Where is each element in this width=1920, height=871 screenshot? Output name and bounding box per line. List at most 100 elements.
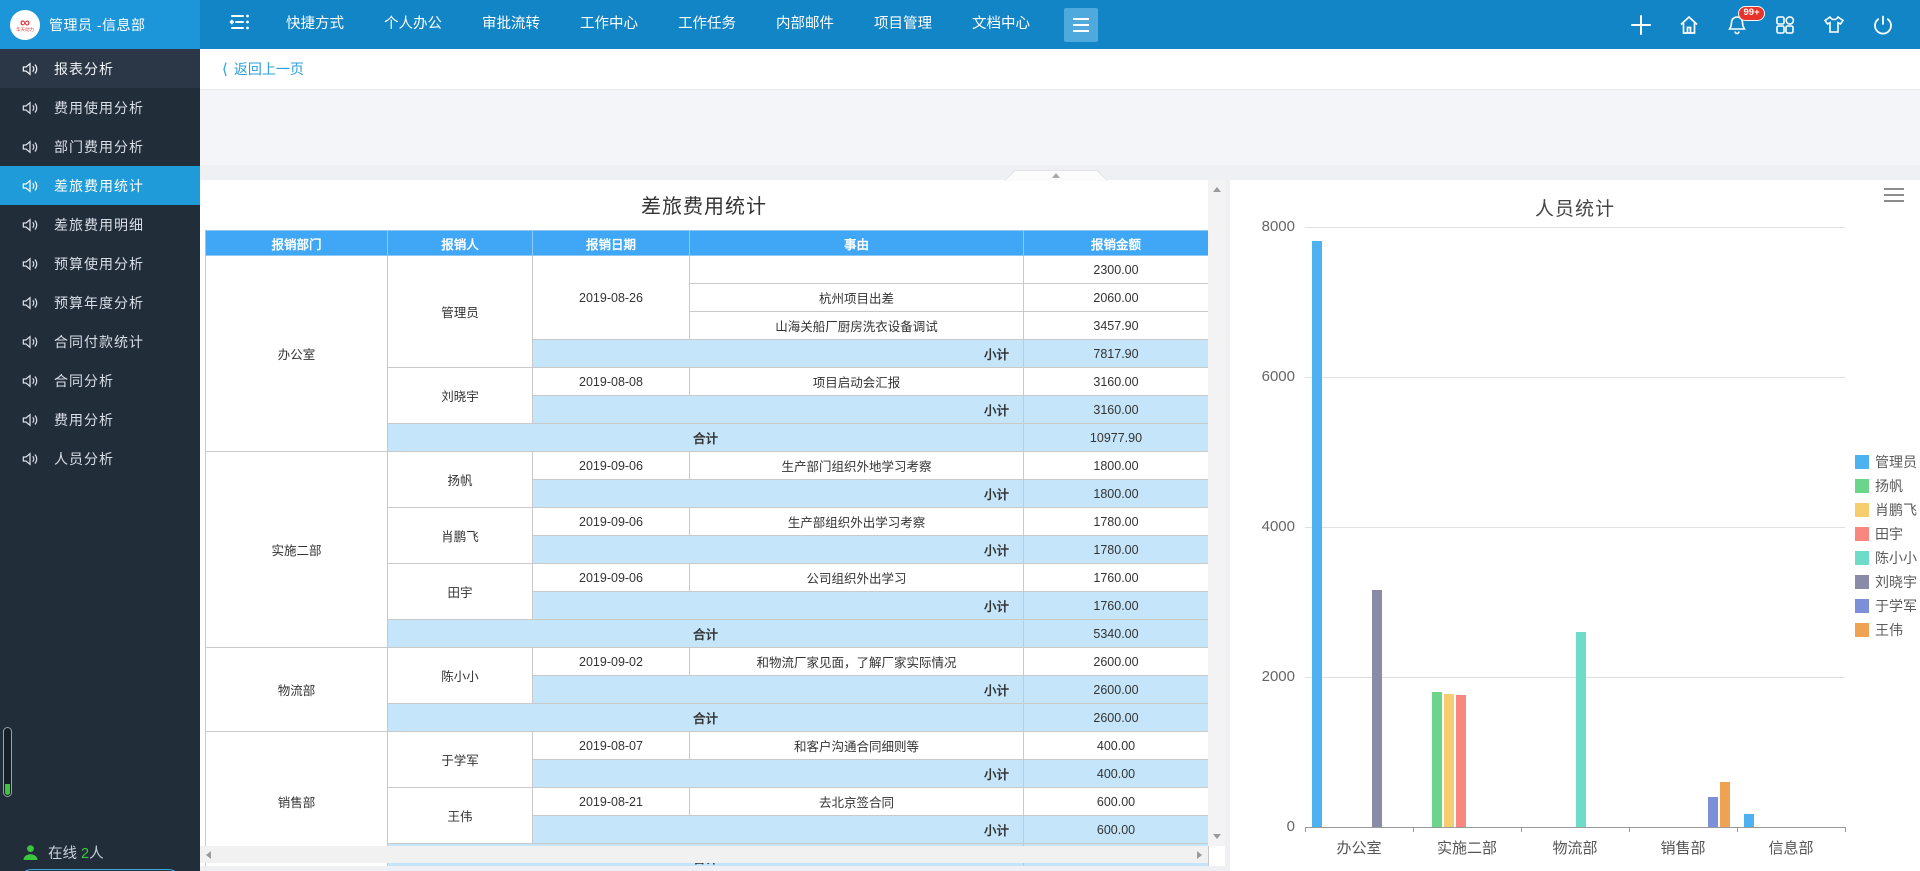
- department-cell: 物流部: [206, 648, 388, 732]
- sidebar-item-label: 差旅费用明细: [54, 215, 144, 235]
- person-icon: [22, 844, 39, 861]
- subtotal-label-cell: 小计: [533, 536, 1024, 564]
- total-amount-cell: 5340.00: [1024, 620, 1209, 648]
- y-axis-tick-label: 0: [1240, 818, 1295, 835]
- amount-cell: 2600.00: [1024, 648, 1209, 676]
- chart-menu-icon[interactable]: [1884, 188, 1904, 202]
- sidebar-item-7[interactable]: 合同付款统计: [0, 322, 200, 361]
- nav-item-5[interactable]: 内部邮件: [756, 0, 854, 49]
- nav-item-2[interactable]: 审批流转: [462, 0, 560, 49]
- legend-item-王伟[interactable]: 王伟: [1855, 618, 1917, 642]
- sidebar-item-3[interactable]: 差旅费用统计: [0, 166, 200, 205]
- x-axis-tick: [1629, 827, 1630, 832]
- theme-shirt-icon[interactable]: [1822, 14, 1846, 36]
- date-cell: 2019-09-02: [533, 648, 690, 676]
- table-horizontal-scrollbar[interactable]: [200, 846, 1208, 863]
- online-count: 2: [81, 846, 89, 862]
- chart-bar-王伟: [1720, 782, 1730, 827]
- subtotal-label-cell: 小计: [533, 760, 1024, 788]
- nav-item-3[interactable]: 工作中心: [560, 0, 658, 49]
- legend-label: 扬帆: [1875, 476, 1903, 496]
- more-menus-button[interactable]: [1064, 8, 1098, 42]
- speaker-icon: [22, 179, 38, 193]
- sidebar-item-8[interactable]: 合同分析: [0, 361, 200, 400]
- speaker-icon: [22, 101, 38, 115]
- amount-cell: 600.00: [1024, 788, 1209, 816]
- total-amount-cell: 10977.90: [1024, 424, 1209, 452]
- online-status: 在线 2人: [22, 842, 104, 863]
- back-link[interactable]: 返回上一页: [234, 59, 304, 79]
- filter-collapse-tab[interactable]: [1004, 170, 1108, 181]
- sidebar-item-9[interactable]: 费用分析: [0, 400, 200, 439]
- apps-grid-icon[interactable]: [1774, 14, 1796, 36]
- subtotal-label-cell: 小计: [533, 676, 1024, 704]
- amount-cell: 400.00: [1024, 732, 1209, 760]
- expense-table-panel: 差旅费用统计 报销部门报销人报销日期事由报销金额办公室管理员2019-08-26…: [200, 180, 1225, 866]
- sidebar-item-1[interactable]: 费用使用分析: [0, 88, 200, 127]
- app-root: ∞华天动力 管理员 -信息部 快捷方式个人办公审批流转工作中心工作任务内部邮件项…: [0, 0, 1920, 871]
- back-chevron-icon: ⟨: [222, 60, 228, 78]
- reason-cell: [690, 256, 1024, 284]
- sidebar-scroll-slider[interactable]: [3, 727, 12, 797]
- column-header-1: 报销人: [388, 231, 533, 256]
- brand[interactable]: ∞华天动力 管理员 -信息部: [0, 0, 200, 49]
- legend-label: 于学军: [1875, 596, 1917, 616]
- chart-title: 人员统计: [1230, 194, 1920, 221]
- nav-item-1[interactable]: 个人办公: [364, 0, 462, 49]
- total-label-cell: 合计: [388, 704, 1024, 732]
- logout-power-icon[interactable]: [1872, 14, 1894, 36]
- expense-table: 报销部门报销人报销日期事由报销金额办公室管理员2019-08-262300.00…: [205, 230, 1209, 866]
- table-row: 销售部于学军2019-08-07和客户沟通合同细则等400.00: [206, 732, 1209, 760]
- reason-cell: 项目启动会汇报: [690, 368, 1024, 396]
- column-header-3: 事由: [690, 231, 1024, 256]
- legend-swatch: [1855, 527, 1869, 541]
- legend-item-田宇[interactable]: 田宇: [1855, 522, 1917, 546]
- total-label-cell: 合计: [388, 620, 1024, 648]
- subtotal-amount-cell: 2600.00: [1024, 676, 1209, 704]
- table-row: 实施二部扬帆2019-09-06生产部门组织外地学习考察1800.00: [206, 452, 1209, 480]
- amount-cell: 1760.00: [1024, 564, 1209, 592]
- chart-bar-于学军: [1708, 797, 1718, 827]
- add-icon[interactable]: [1630, 14, 1652, 36]
- reason-cell: 杭州项目出差: [690, 284, 1024, 312]
- legend-item-肖鹏飞[interactable]: 肖鹏飞: [1855, 498, 1917, 522]
- sidebar-item-0[interactable]: 报表分析: [0, 49, 200, 88]
- department-cell: 实施二部: [206, 452, 388, 648]
- chart-bar-田宇: [1456, 695, 1466, 827]
- notification-count-badge: 99+: [1738, 6, 1765, 21]
- sidebar-item-2[interactable]: 部门费用分析: [0, 127, 200, 166]
- menu-collapse-icon[interactable]: [228, 12, 252, 37]
- sidebar-item-10[interactable]: 人员分析: [0, 439, 200, 478]
- total-amount-cell: 2600.00: [1024, 704, 1209, 732]
- sidebar-item-label: 报表分析: [54, 59, 114, 79]
- online-label: 在线: [48, 846, 77, 862]
- table-row: 物流部陈小小2019-09-02和物流厂家见面，了解厂家实际情况2600.00: [206, 648, 1209, 676]
- sidebar-item-6[interactable]: 预算年度分析: [0, 283, 200, 322]
- sidebar-item-5[interactable]: 预算使用分析: [0, 244, 200, 283]
- legend-label: 刘晓宇: [1875, 572, 1917, 592]
- total-label-cell: 合计: [388, 424, 1024, 452]
- table-vertical-scrollbar[interactable]: [1208, 180, 1225, 846]
- column-header-0: 报销部门: [206, 231, 388, 256]
- home-icon[interactable]: [1678, 14, 1700, 36]
- chart-bar-管理员: [1312, 241, 1322, 827]
- person-cell: 王伟: [388, 788, 533, 844]
- legend-item-陈小小[interactable]: 陈小小: [1855, 546, 1917, 570]
- gridline: [1305, 527, 1845, 528]
- amount-cell: 3160.00: [1024, 368, 1209, 396]
- nav-item-4[interactable]: 工作任务: [658, 0, 756, 49]
- legend-item-管理员[interactable]: 管理员: [1855, 450, 1917, 474]
- legend-item-扬帆[interactable]: 扬帆: [1855, 474, 1917, 498]
- legend-label: 管理员: [1875, 452, 1917, 472]
- notifications-bell-icon[interactable]: 99+: [1726, 14, 1748, 36]
- legend-item-刘晓宇[interactable]: 刘晓宇: [1855, 570, 1917, 594]
- nav-item-7[interactable]: 文档中心: [952, 0, 1050, 49]
- nav-item-0[interactable]: 快捷方式: [266, 0, 364, 49]
- gridline: [1305, 677, 1845, 678]
- sidebar-item-4[interactable]: 差旅费用明细: [0, 205, 200, 244]
- legend-item-于学军[interactable]: 于学军: [1855, 594, 1917, 618]
- nav-item-6[interactable]: 项目管理: [854, 0, 952, 49]
- date-cell: 2019-09-06: [533, 508, 690, 536]
- y-axis-tick-label: 6000: [1240, 368, 1295, 385]
- subtotal-amount-cell: 3160.00: [1024, 396, 1209, 424]
